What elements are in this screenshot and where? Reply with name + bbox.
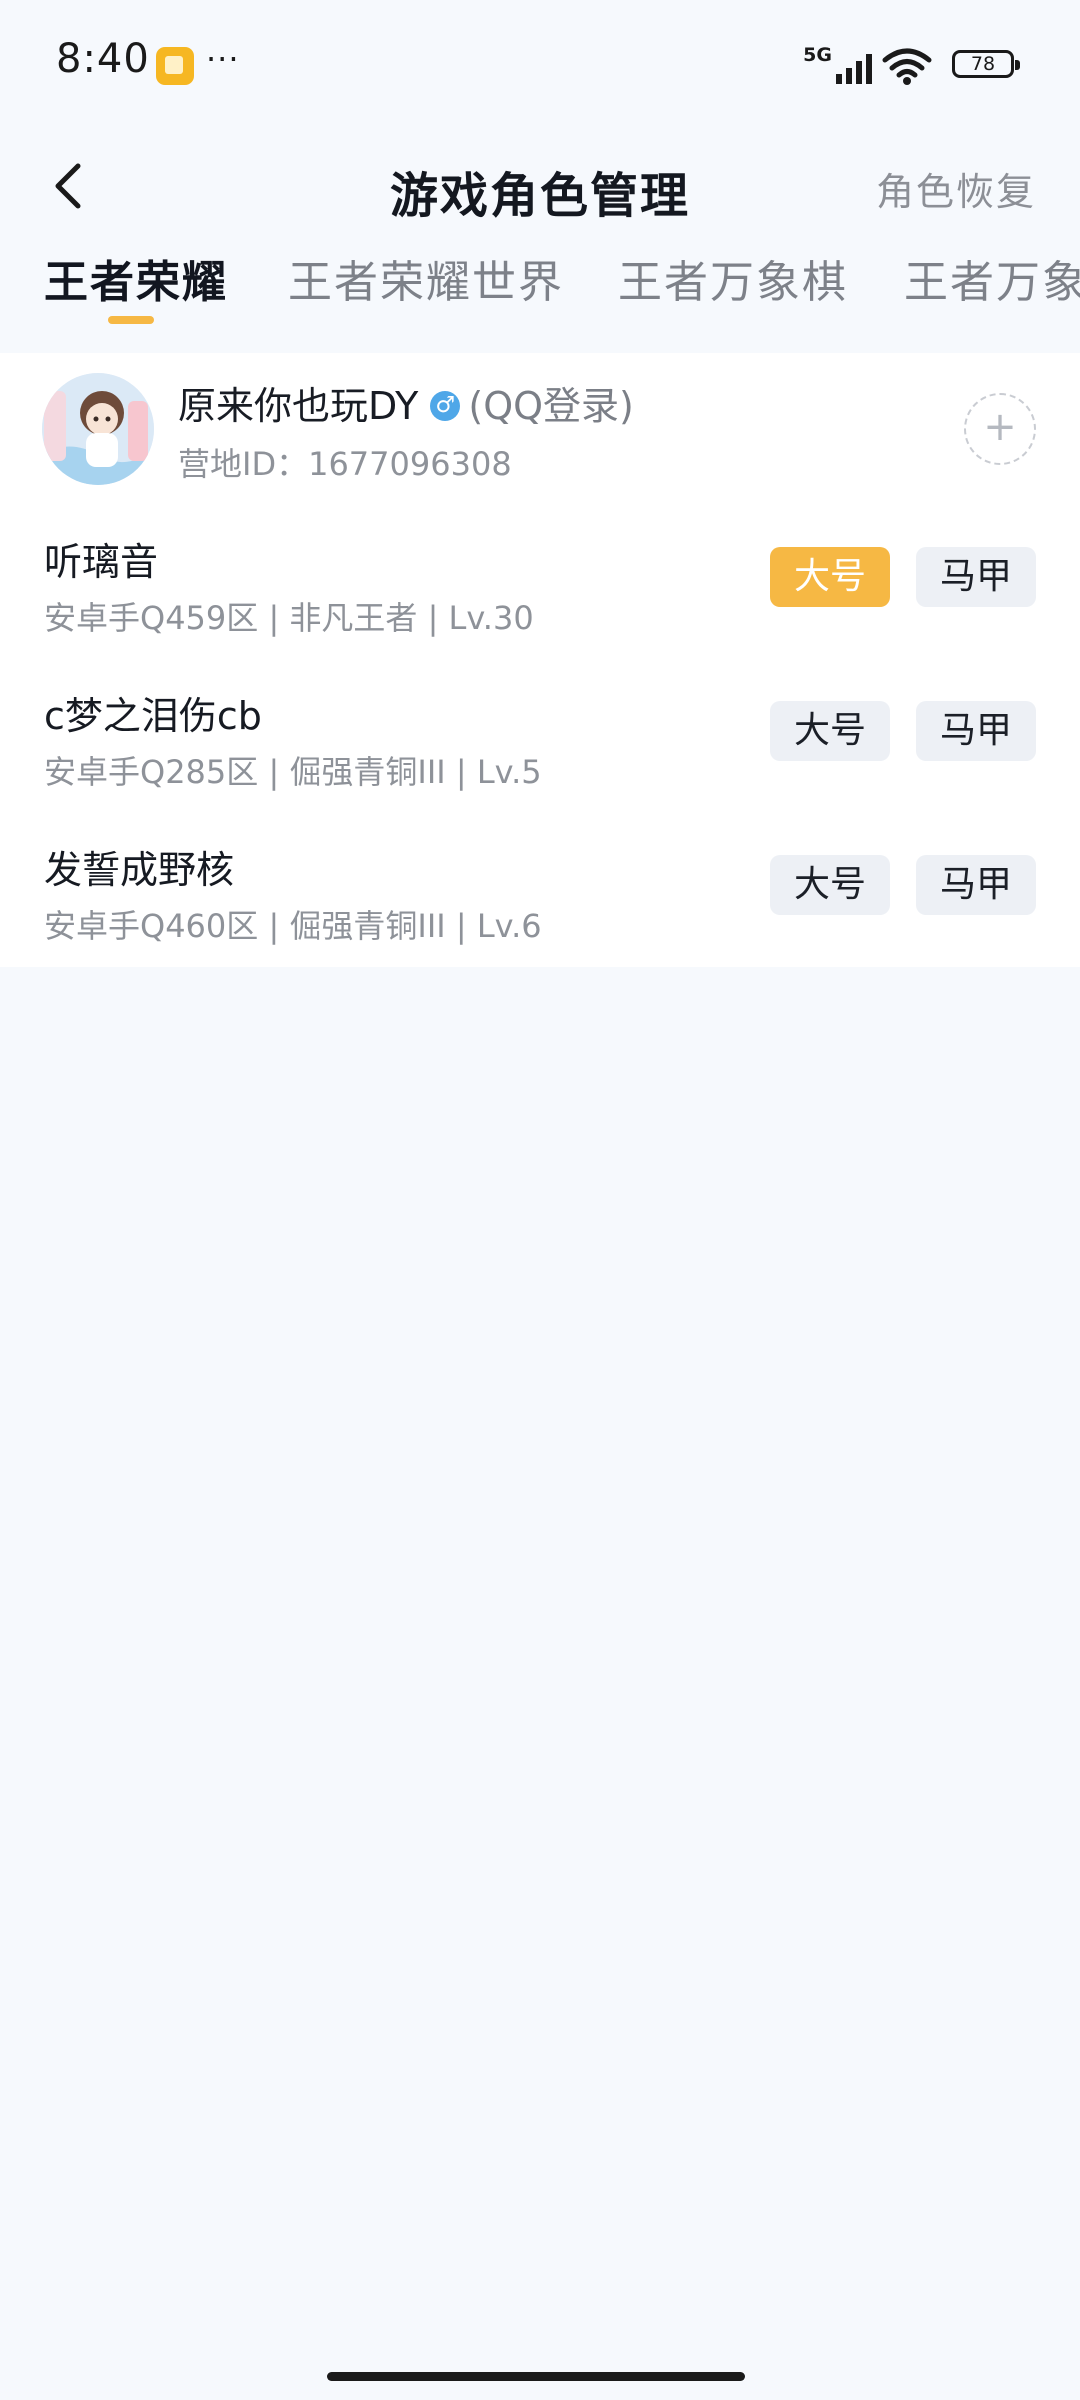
main-account-button[interactable]: 大号 — [770, 701, 890, 761]
plus-icon: + — [983, 404, 1017, 450]
alt-account-button[interactable]: 马甲 — [916, 547, 1036, 607]
role-name: 发誓成野核 — [44, 848, 235, 892]
account-name-line: 原来你也玩DY (QQ登录) — [178, 375, 634, 430]
status-time: 8:40 — [56, 36, 150, 82]
alt-account-button[interactable]: 马甲 — [916, 701, 1036, 761]
tab-wangzherongyao[interactable]: 王者荣耀 — [44, 246, 228, 310]
tab-wangzhe-wanxiang[interactable]: 王者万象 — [904, 246, 1080, 310]
role-recover-button[interactable]: 角色恢复 — [876, 161, 1036, 216]
role-meta: 安卓手Q460区 | 倔强青铜III | Lv.6 — [44, 907, 542, 945]
network-type-label: 5G — [803, 44, 832, 66]
more-notifications-icon: ··· — [206, 40, 240, 78]
wifi-icon — [882, 48, 932, 85]
add-account-button[interactable]: + — [964, 393, 1036, 465]
role-row: 听璃音 安卓手Q459区 | 非凡王者 | Lv.30 大号 马甲 — [0, 525, 1080, 679]
home-indicator[interactable] — [327, 2372, 745, 2381]
avatar[interactable] — [42, 373, 154, 485]
role-name: 听璃音 — [44, 540, 159, 584]
battery-icon: 78 — [952, 50, 1014, 78]
signal-icon — [836, 54, 872, 84]
login-type: (QQ登录) — [468, 384, 634, 428]
game-tabs: 王者荣耀 王者荣耀世界 王者万象棋 王者万象 — [0, 246, 1080, 346]
main-account-button[interactable]: 大号 — [770, 547, 890, 607]
role-row: c梦之泪伤cb 安卓手Q285区 | 倔强青铜III | Lv.5 大号 马甲 — [0, 679, 1080, 833]
status-indicators: 5G 78 — [762, 38, 1022, 88]
active-tab-indicator — [108, 316, 154, 324]
tab-wangzherongyao-shijie[interactable]: 王者荣耀世界 — [288, 246, 564, 310]
role-row: 发誓成野核 安卓手Q460区 | 倔强青铜III | Lv.6 大号 马甲 — [0, 833, 1080, 987]
app-header: 游戏角色管理 角色恢复 — [0, 126, 1080, 246]
account-row: 原来你也玩DY (QQ登录) 营地ID：1677096308 + — [0, 353, 1080, 507]
role-meta: 安卓手Q459区 | 非凡王者 | Lv.30 — [44, 599, 534, 637]
account-name: 原来你也玩DY — [178, 384, 419, 428]
battery-level: 78 — [970, 53, 996, 75]
role-name: c梦之泪伤cb — [44, 694, 262, 738]
alt-account-button[interactable]: 马甲 — [916, 855, 1036, 915]
tab-wangzhe-wanxiangqi[interactable]: 王者万象棋 — [618, 246, 848, 310]
main-account-button[interactable]: 大号 — [770, 855, 890, 915]
notification-app-icon — [156, 47, 194, 85]
account-id: 营地ID：1677096308 — [178, 445, 512, 483]
avatar-image — [42, 373, 154, 485]
battery-tip — [1015, 60, 1020, 70]
status-bar: 8:40 ··· 5G 78 — [0, 0, 1080, 126]
roles-card: 原来你也玩DY (QQ登录) 营地ID：1677096308 + 听璃音 安卓手Q… — [0, 353, 1080, 967]
role-meta: 安卓手Q285区 | 倔强青铜III | Lv.5 — [44, 753, 542, 791]
male-icon — [430, 390, 461, 421]
